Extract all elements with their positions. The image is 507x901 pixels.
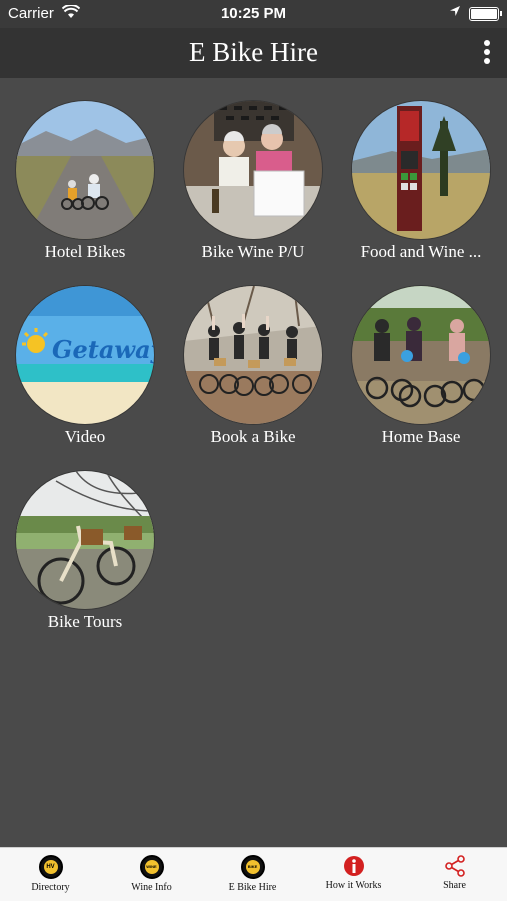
tile-bike-tours[interactable]: Bike Tours (1, 471, 169, 632)
bike-tours-photo (16, 471, 154, 609)
info-icon (343, 855, 365, 877)
share-icon (444, 855, 466, 877)
bike-badge-icon: BIKE (240, 855, 265, 879)
status-bar: Carrier 10:25 PM (0, 0, 507, 28)
tile-label: Video (64, 427, 106, 446)
tab-label: How it Works (325, 880, 382, 891)
tile-home-base[interactable]: Home Base (337, 286, 505, 447)
more-menu-icon[interactable] (483, 40, 491, 66)
tab-label: E Bike Hire (228, 882, 277, 893)
tile-hotel-bikes[interactable]: Hotel Bikes (1, 101, 169, 262)
tile-label: Bike Tours (47, 612, 123, 631)
tab-label: Wine Info (131, 882, 172, 893)
tile-label: Food and Wine ... (360, 242, 482, 261)
tile-label: Bike Wine P/U (201, 242, 305, 261)
tile-food-and-wine[interactable]: Food and Wine ... (337, 101, 505, 262)
tab-e-bike-hire[interactable]: BIKE E Bike Hire (202, 848, 303, 901)
tab-how-it-works[interactable]: How it Works (303, 848, 404, 901)
tab-label: Directory (31, 882, 70, 893)
tile-book-a-bike[interactable]: Book a Bike (169, 286, 337, 447)
video-photo: Getaway (16, 286, 154, 424)
bike-wine-photo (184, 101, 322, 239)
battery-icon (469, 7, 502, 21)
hotel-bikes-photo (16, 101, 154, 239)
hv-badge-icon: HV (38, 855, 63, 879)
tab-bar: HV Directory WINE Wine Info BIKE E Bike … (0, 847, 507, 901)
tile-label: Hotel Bikes (44, 242, 126, 261)
tile-bike-wine-pu[interactable]: Bike Wine P/U (169, 101, 337, 262)
tile-label: Book a Bike (210, 427, 296, 446)
location-arrow-icon (449, 5, 461, 20)
tab-share[interactable]: Share (404, 848, 505, 901)
tile-video[interactable]: Getaway Video (1, 286, 169, 447)
wine-badge-icon: WINE (139, 855, 164, 879)
book-a-bike-photo (184, 286, 322, 424)
tab-label: Share (443, 880, 466, 891)
tab-wine-info[interactable]: WINE Wine Info (101, 848, 202, 901)
tile-label: Home Base (381, 427, 461, 446)
page-title: E Bike Hire (189, 37, 318, 67)
food-and-wine-photo (352, 101, 490, 239)
clock: 10:25 PM (220, 5, 287, 22)
tab-directory[interactable]: HV Directory (0, 848, 101, 901)
nav-bar: E Bike Hire (0, 28, 507, 78)
home-base-photo (352, 286, 490, 424)
getaway-logo-text: Getaway (52, 335, 154, 364)
